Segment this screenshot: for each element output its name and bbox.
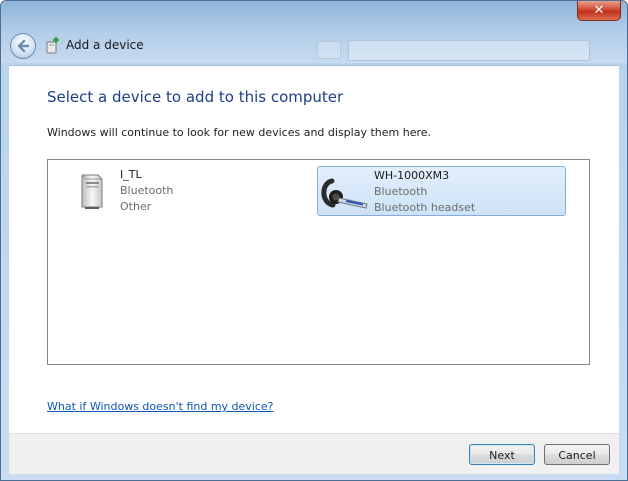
add-device-icon [45,36,61,54]
content-area: Select a device to add to this computer … [9,65,619,434]
device-category: Other [120,200,152,213]
button-bar: Next Cancel [9,433,619,474]
device-name: WH-1000XM3 [374,169,450,182]
device-name: I_TL [120,168,142,181]
device-connection: Bluetooth [374,185,428,198]
instruction-text: Windows will continue to look for new de… [47,126,432,139]
next-button[interactable]: Next [469,444,535,465]
window-title: Add a device [66,38,144,52]
search-box-placeholder [348,40,590,61]
close-icon: ✕ [593,3,605,18]
bluetooth-headset-icon [319,171,371,216]
close-button[interactable]: ✕ [577,1,621,21]
back-arrow-icon [17,39,30,53]
device-category: Bluetooth headset [374,201,476,214]
device-list[interactable]: I_TL Bluetooth Other WH-1000XM3 Bluetoot… [47,159,590,365]
help-link[interactable]: What if Windows doesn't find my device? [47,400,274,413]
nav-placeholder [317,41,341,59]
cancel-button[interactable]: Cancel [544,444,610,465]
generic-device-icon [76,171,106,214]
device-item-selected[interactable]: WH-1000XM3 Bluetooth Bluetooth headset [317,166,566,216]
page-heading: Select a device to add to this computer [47,88,344,106]
device-item[interactable]: I_TL Bluetooth Other [68,166,308,216]
device-connection: Bluetooth [120,184,174,197]
back-button[interactable] [10,33,36,59]
add-device-window: ✕ Add a device Select a device to add to… [0,0,628,481]
